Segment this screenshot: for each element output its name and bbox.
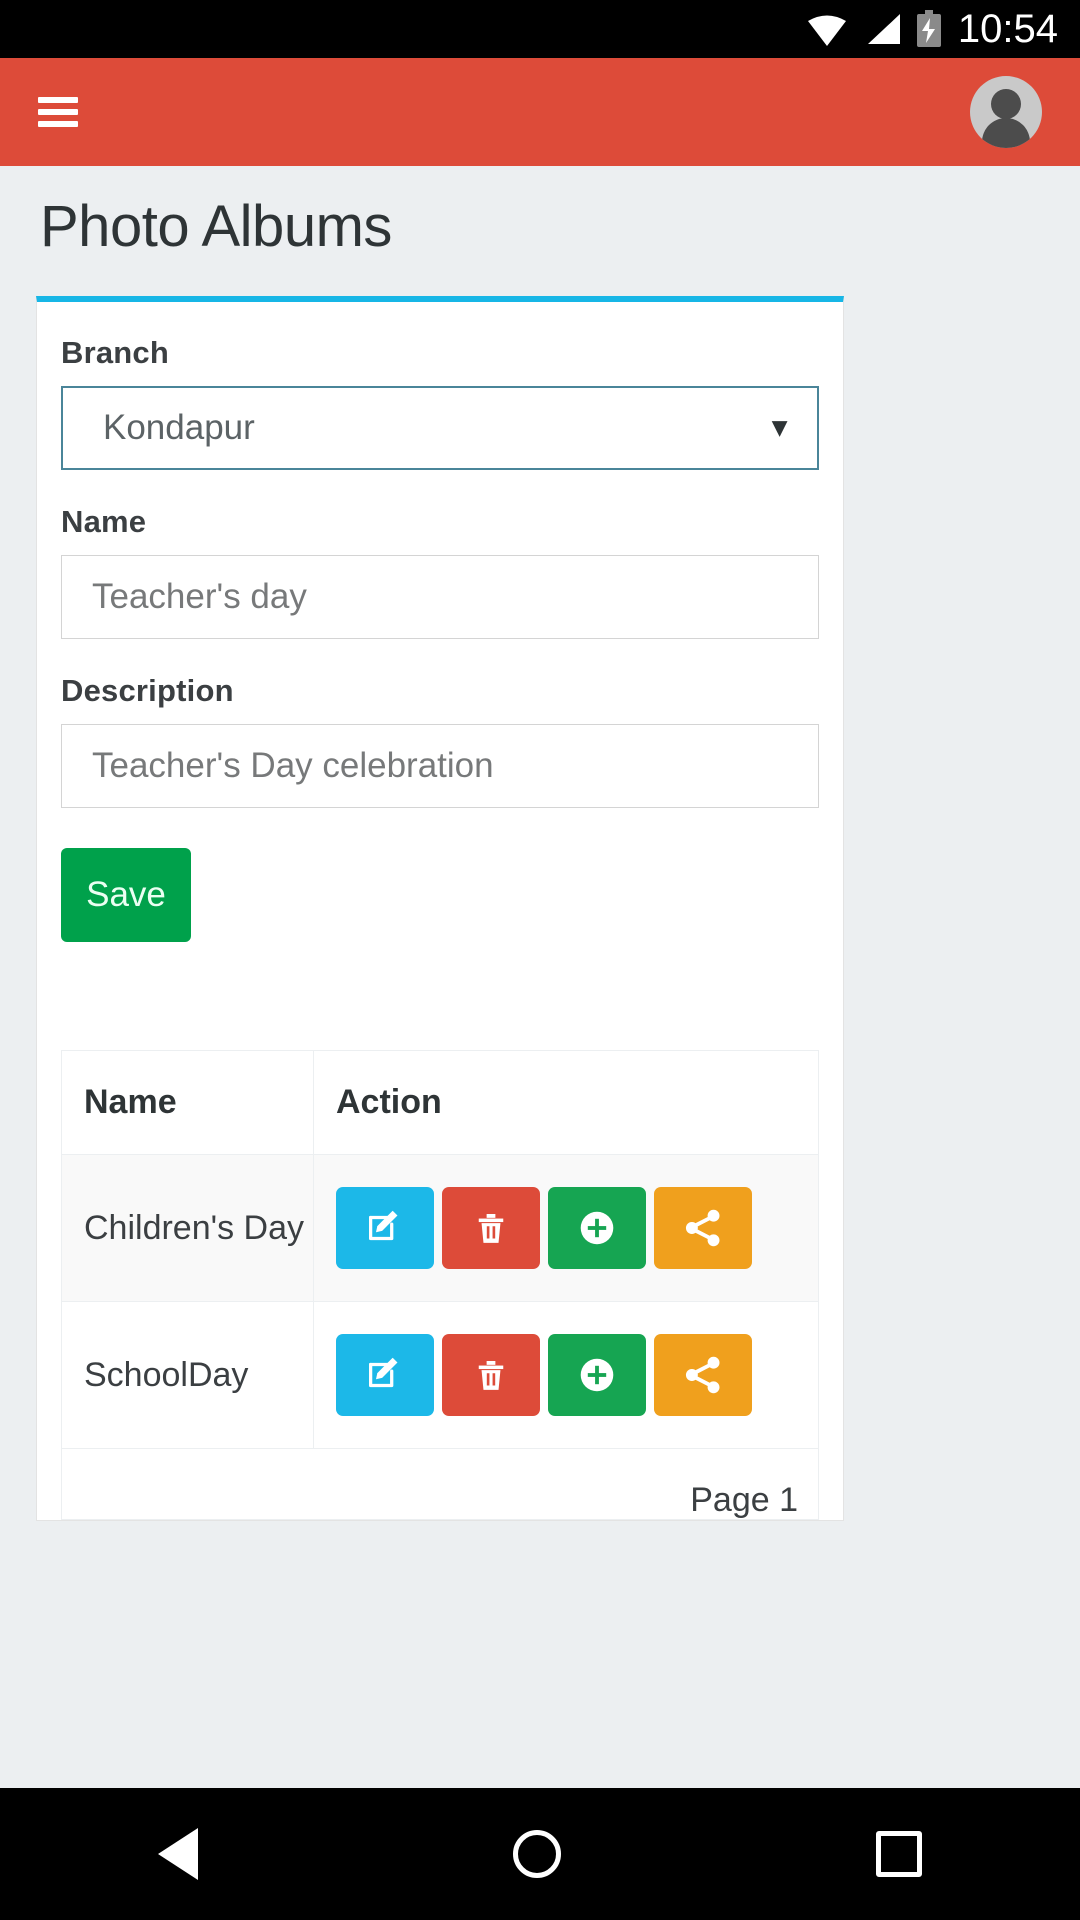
pencil-square-icon [368, 1210, 398, 1241]
description-field: Description Teacher's Day celebration [61, 673, 819, 808]
hamburger-menu-icon[interactable] [38, 97, 78, 127]
wifi-icon [807, 15, 846, 46]
share-button[interactable] [654, 1187, 752, 1269]
share-icon [685, 1209, 720, 1247]
chevron-down-icon: ▼ [766, 412, 793, 443]
status-bar: 10:54 [0, 0, 1080, 58]
pencil-square-icon [368, 1357, 398, 1388]
home-circle-icon[interactable] [512, 1830, 561, 1878]
edit-button[interactable] [336, 1334, 434, 1416]
column-header-action: Action [336, 1083, 442, 1121]
table-footer: Page 1 [62, 1449, 818, 1519]
page-title: Photo Albums [40, 194, 392, 259]
share-icon [685, 1356, 720, 1394]
status-bar-icons [806, 10, 942, 48]
table-row: Children's Day [62, 1155, 818, 1302]
table-header-row: Name Action [62, 1051, 818, 1155]
status-bar-clock: 10:54 [957, 6, 1058, 51]
trash-icon [478, 1361, 504, 1390]
branch-select-value: Kondapur [103, 408, 255, 447]
trash-icon [478, 1214, 504, 1243]
avatar-head [991, 89, 1021, 119]
branch-field: Branch Kondapur ▼ [61, 335, 819, 470]
description-input[interactable]: Teacher's Day celebration [61, 724, 819, 808]
battery-charging-icon [916, 10, 941, 47]
description-label: Description [61, 673, 234, 708]
name-field: Name Teacher's day [61, 504, 819, 639]
name-input-value: Teacher's day [92, 577, 307, 616]
add-button[interactable] [548, 1334, 646, 1416]
action-button-group [336, 1187, 752, 1269]
add-button[interactable] [548, 1187, 646, 1269]
photo-album-form-card: Branch Kondapur ▼ Name Teacher's day Des… [36, 296, 844, 1521]
delete-button[interactable] [442, 1334, 540, 1416]
edit-button[interactable] [336, 1187, 434, 1269]
app-bar [0, 58, 1080, 166]
branch-select[interactable]: Kondapur ▼ [61, 386, 819, 470]
name-input[interactable]: Teacher's day [61, 555, 819, 639]
albums-table: Name Action Children's Day SchoolDay Pag… [61, 1050, 819, 1520]
branch-label: Branch [61, 335, 170, 370]
action-button-group [336, 1334, 752, 1416]
save-button[interactable]: Save [61, 848, 191, 942]
row-action-cell [314, 1302, 818, 1448]
pagination-label: Page 1 [690, 1481, 798, 1519]
share-button[interactable] [654, 1334, 752, 1416]
description-input-value: Teacher's Day celebration [92, 746, 494, 785]
user-avatar-icon[interactable] [970, 76, 1042, 148]
column-header-name: Name [62, 1051, 314, 1154]
avatar-body [982, 118, 1030, 148]
table-row: SchoolDay [62, 1302, 818, 1449]
plus-circle-icon [580, 1358, 614, 1392]
delete-button[interactable] [442, 1187, 540, 1269]
name-label: Name [61, 504, 147, 539]
android-navigation-bar [0, 1788, 1080, 1920]
plus-circle-icon [580, 1211, 614, 1245]
recents-square-icon[interactable] [876, 1831, 923, 1877]
row-name-cell: SchoolDay [62, 1302, 314, 1448]
row-name-cell: Children's Day [62, 1155, 314, 1301]
row-action-cell [314, 1155, 818, 1301]
signal-icon [867, 14, 900, 44]
back-triangle-icon[interactable] [157, 1828, 198, 1880]
